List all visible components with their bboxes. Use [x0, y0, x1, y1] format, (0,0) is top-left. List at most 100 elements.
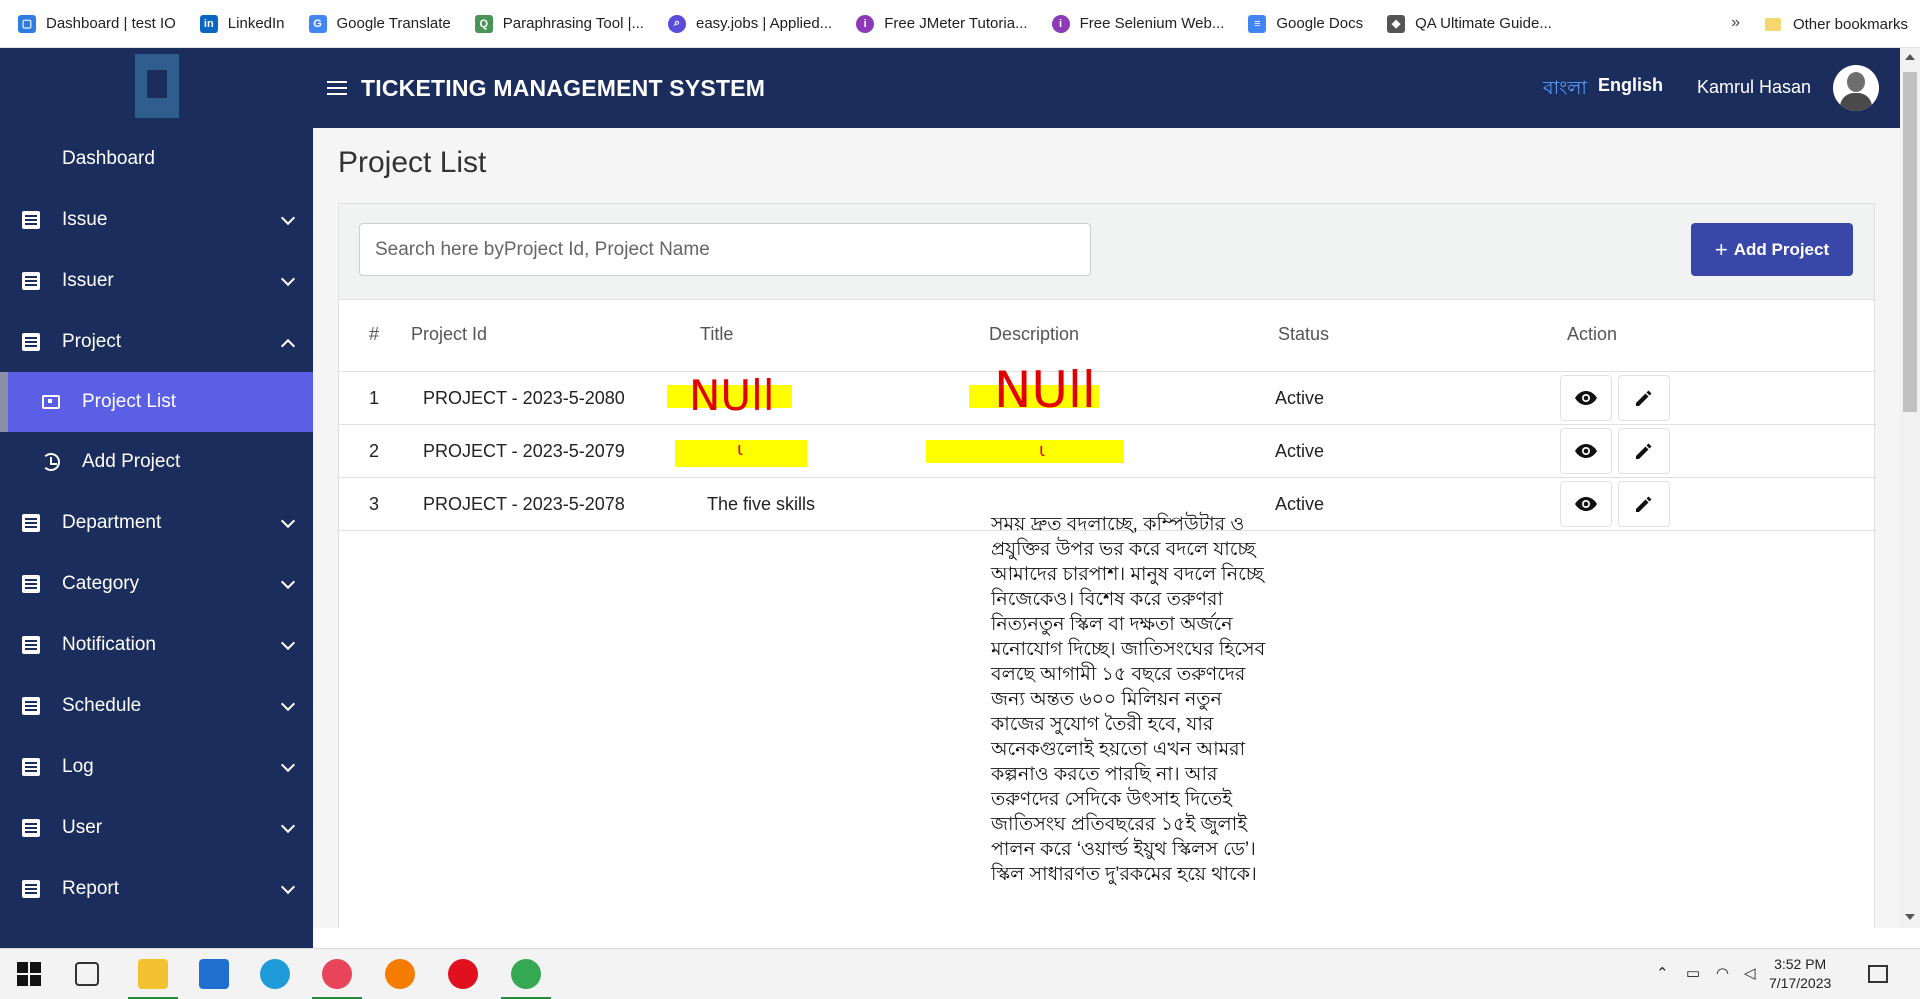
view-button[interactable] — [1560, 428, 1612, 474]
project-description: সময় দ্রুত বদলাচ্ছে, কম্পিউটার ও প্রযুক্… — [991, 514, 1266, 885]
pencil-icon — [1636, 390, 1652, 406]
sidebar-item-notification[interactable]: Notification — [0, 614, 313, 675]
windows-start-icon[interactable] — [16, 961, 42, 987]
bookmark-jmeter[interactable]: i Free JMeter Tutoria... — [856, 14, 1028, 33]
logo-icon — [134, 54, 179, 118]
chevron-down-icon — [280, 696, 296, 712]
sidebar-item-log[interactable]: Log — [0, 736, 313, 797]
chrome-icon[interactable] — [511, 959, 541, 989]
sidebar-item-department[interactable]: Department — [0, 492, 313, 553]
header-action: Action — [1567, 324, 1618, 344]
more-bookmarks-button[interactable]: » — [1731, 14, 1740, 32]
status-badge: Active — [1275, 388, 1325, 408]
panel-toolbar: +Add Project — [339, 204, 1874, 300]
status-badge: Active — [1275, 494, 1325, 514]
user-name[interactable]: Kamrul Hasan — [1697, 77, 1811, 98]
hamburger-menu-icon[interactable] — [327, 81, 347, 95]
report-icon — [22, 879, 40, 898]
header-project-id: Project Id — [411, 324, 488, 344]
task-view-icon[interactable] — [75, 962, 99, 986]
search-input[interactable] — [359, 223, 1091, 276]
opera-icon[interactable] — [448, 959, 478, 989]
list-icon — [22, 513, 40, 532]
eye-icon — [1575, 444, 1597, 458]
logo — [0, 48, 313, 128]
sidebar-item-category[interactable]: Category — [0, 553, 313, 614]
page-title: Project List — [338, 146, 487, 179]
bookmark-easyjobs[interactable]: ⌕ easy.jobs | Applied... — [667, 14, 832, 33]
wifi-icon[interactable]: ◠ — [1716, 964, 1729, 982]
edge-icon[interactable] — [260, 959, 290, 989]
docs-icon: ≡ — [1248, 14, 1267, 33]
header-status: Status — [1278, 324, 1330, 344]
bookmark-qa-guide[interactable]: ◆ QA Ultimate Guide... — [1387, 14, 1552, 33]
header-description: Description — [989, 324, 1080, 344]
status-badge: Active — [1275, 441, 1325, 461]
history-icon — [42, 453, 60, 471]
sidebar-subitem-project-list[interactable]: Project List — [0, 372, 313, 432]
bookmark-linkedin[interactable]: in LinkedIn — [199, 14, 285, 33]
sidebar-item-project[interactable]: Project — [0, 311, 313, 372]
chevron-down-icon — [280, 574, 296, 590]
firefox-icon[interactable] — [385, 959, 415, 989]
sidebar-item-report[interactable]: Report — [0, 858, 313, 919]
udemy-icon: i — [856, 14, 875, 33]
avatar[interactable] — [1833, 65, 1879, 111]
chevron-up-icon[interactable]: ⌃ — [1656, 964, 1669, 982]
add-project-button[interactable]: + Add Project — [1691, 223, 1853, 276]
edit-button[interactable] — [1618, 428, 1670, 474]
list-icon — [22, 574, 40, 593]
title-annotation: NUll — [689, 371, 775, 420]
bookmark-google-docs[interactable]: ≡ Google Docs — [1248, 14, 1363, 33]
testio-icon: ▢ — [18, 14, 36, 33]
description-annotation: NUll — [994, 361, 1096, 419]
header-num: # — [369, 324, 380, 344]
language-english-button[interactable]: English — [1598, 75, 1663, 96]
sidebar-item-user[interactable]: User — [0, 797, 313, 858]
translate-icon: G — [308, 14, 327, 33]
page-scrollbar[interactable] — [1900, 48, 1920, 928]
list-icon — [22, 818, 40, 837]
clock-date: 7/17/2023 — [1769, 975, 1832, 991]
quillbot-icon: Q — [474, 14, 493, 33]
battery-icon[interactable]: ▭ — [1686, 964, 1700, 982]
header-title: Title — [700, 324, 734, 344]
bookmark-google-translate[interactable]: G Google Translate — [308, 14, 451, 33]
udemy-icon: i — [1051, 14, 1070, 33]
scroll-up-icon[interactable] — [1905, 54, 1915, 60]
list-icon — [22, 696, 40, 715]
sidebar-item-issue[interactable]: Issue — [0, 189, 313, 250]
view-button[interactable] — [1560, 481, 1612, 527]
row-number: 1 — [369, 388, 380, 408]
chevron-down-icon — [280, 757, 296, 773]
file-explorer-icon[interactable] — [138, 959, 168, 989]
view-button[interactable] — [1560, 375, 1612, 421]
table-header: # Project Id Title Description Status Ac… — [339, 300, 1876, 372]
scroll-down-icon[interactable] — [1905, 914, 1915, 920]
language-bangla-button[interactable]: বাংলা — [1543, 74, 1587, 106]
chevron-down-icon — [280, 271, 296, 287]
edit-button[interactable] — [1618, 375, 1670, 421]
list-card-icon — [42, 395, 60, 409]
system-clock[interactable]: 3:52 PM 7/17/2023 — [1769, 955, 1831, 993]
other-bookmarks[interactable]: Other bookmarks — [1764, 0, 1908, 48]
bookmark-selenium[interactable]: i Free Selenium Web... — [1051, 14, 1224, 33]
sidebar-subitem-add-project[interactable]: Add Project — [0, 432, 313, 492]
list-icon — [22, 332, 40, 351]
chevron-down-icon — [280, 879, 296, 895]
table-row: 1 PROJECT - 2023-5-2080 NUll NUll Active — [339, 361, 1876, 425]
scrollbar-thumb[interactable] — [1903, 72, 1917, 412]
volume-icon[interactable]: ◁ — [1744, 964, 1756, 982]
sidebar-item-schedule[interactable]: Schedule — [0, 675, 313, 736]
sidebar-item-dashboard[interactable]: Dashboard — [0, 128, 313, 189]
bookmark-paraphrasing-tool[interactable]: Q Paraphrasing Tool |... — [474, 14, 644, 33]
chevron-down-icon — [280, 513, 296, 529]
snipping-tool-icon[interactable] — [322, 959, 352, 989]
notifications-icon[interactable] — [1868, 965, 1888, 983]
list-icon — [22, 635, 40, 654]
bookmark-testio[interactable]: ▢ Dashboard | test IO — [18, 14, 176, 33]
sidebar-item-issuer[interactable]: Issuer — [0, 250, 313, 311]
eye-icon — [1575, 497, 1597, 511]
mail-icon[interactable] — [199, 959, 229, 989]
edit-button[interactable] — [1618, 481, 1670, 527]
